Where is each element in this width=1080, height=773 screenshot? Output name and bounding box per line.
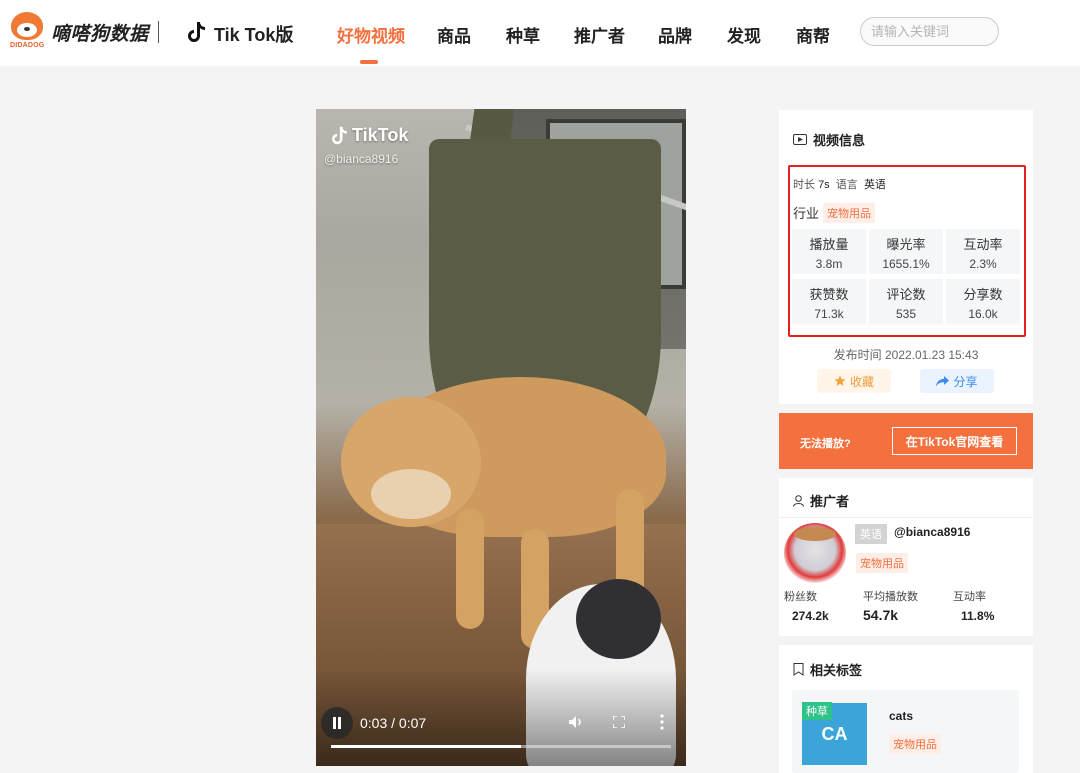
search-input[interactable] bbox=[860, 17, 999, 46]
metric-likes: 获赞数 71.3k bbox=[792, 279, 866, 324]
metric-shares: 分享数 16.0k bbox=[946, 279, 1020, 324]
logo-caption: DIDADOG bbox=[10, 42, 45, 49]
fullscreen-icon[interactable] bbox=[613, 716, 625, 728]
promoter-header: 推广者 bbox=[793, 491, 849, 510]
promoter-title: 推广者 bbox=[810, 494, 850, 509]
language-label: 语言 bbox=[835, 179, 858, 191]
nav-brands[interactable]: 品牌 bbox=[658, 22, 692, 47]
metric-label: 曝光率 bbox=[886, 237, 926, 252]
promoter-avatar[interactable] bbox=[784, 523, 846, 583]
duration-row: 时长 7s 语言 英语 bbox=[793, 176, 886, 192]
tiktok-icon bbox=[188, 22, 205, 42]
engagement-label: 互动率 bbox=[953, 591, 986, 603]
video-icon bbox=[793, 134, 807, 145]
more-options-icon[interactable] bbox=[659, 714, 665, 730]
metric-engagement: 互动率 2.3% bbox=[946, 229, 1020, 274]
pause-button[interactable] bbox=[321, 707, 353, 739]
view-on-tiktok-button[interactable]: 在TikTok官网查看 bbox=[892, 427, 1017, 455]
nav-merchant-help[interactable]: 商帮 bbox=[796, 22, 830, 47]
promoter-card: 推广者 英语 @bianca8916 宠物用品 粉丝数 平均播放数 互动率 27… bbox=[779, 478, 1033, 636]
brand-name[interactable]: 嘀嗒狗数据 bbox=[51, 19, 149, 46]
progress-track[interactable] bbox=[331, 745, 671, 748]
duration-label: 时长 bbox=[793, 179, 815, 191]
cant-play-text: 无法播放? bbox=[800, 438, 851, 450]
bookmark-icon bbox=[793, 663, 804, 676]
video-info-card: 视频信息 时长 7s 语言 英语 行业 宠物用品 播放量 3.8m 曝光率 16… bbox=[779, 110, 1033, 404]
person-icon bbox=[793, 494, 804, 507]
favorite-label: 收藏 bbox=[849, 374, 874, 389]
metric-plays: 播放量 3.8m bbox=[792, 229, 866, 274]
video-cat-leg bbox=[456, 509, 484, 629]
video-creator-handle: @bianca8916 bbox=[324, 152, 399, 166]
tag-category: 宠物用品 bbox=[889, 734, 941, 754]
current-time: 0:03 bbox=[360, 715, 388, 731]
metric-value: 71.3k bbox=[814, 307, 844, 321]
related-tags-header: 相关标签 bbox=[793, 660, 862, 679]
top-header: DIDADOG 嘀嗒狗数据 Tik Tok版 好物视频 商品 种草 推广者 品牌… bbox=[0, 0, 1080, 66]
metric-value: 1655.1% bbox=[882, 257, 930, 271]
metric-value: 16.0k bbox=[968, 307, 998, 321]
time-separator: / bbox=[391, 715, 396, 731]
metric-label: 分享数 bbox=[963, 287, 1003, 302]
cant-play-banner: 无法播放? 在TikTok官网查看 bbox=[779, 413, 1033, 469]
tag-name: cats bbox=[889, 709, 914, 723]
video-info-header: 视频信息 bbox=[793, 130, 865, 149]
active-nav-indicator bbox=[360, 60, 378, 64]
metric-label: 互动率 bbox=[963, 237, 1003, 252]
platform-label: Tik Tok版 bbox=[214, 25, 294, 45]
tag-item-cats[interactable]: CA 种草 cats 宠物用品 bbox=[792, 690, 1019, 773]
engagement-value: 11.8% bbox=[961, 609, 995, 623]
star-icon bbox=[834, 375, 846, 386]
metric-comments: 评论数 535 bbox=[869, 279, 943, 324]
promoter-category-tag[interactable]: 宠物用品 bbox=[856, 553, 908, 573]
share-arrow-icon bbox=[936, 375, 950, 386]
related-tags-title: 相关标签 bbox=[810, 663, 863, 678]
metric-value: 3.8m bbox=[815, 257, 843, 271]
metric-value: 2.3% bbox=[969, 257, 997, 271]
promoter-handle[interactable]: @bianca8916 bbox=[894, 525, 970, 539]
language-value: 英语 bbox=[863, 179, 886, 191]
nav-discover[interactable]: 发现 bbox=[727, 22, 761, 47]
tiktok-watermark-text: TikTok bbox=[352, 125, 409, 145]
related-tags-card: 相关标签 CA 种草 cats 宠物用品 bbox=[779, 645, 1033, 773]
metric-label: 播放量 bbox=[809, 237, 849, 252]
promoter-divider bbox=[779, 517, 1033, 518]
metric-label: 评论数 bbox=[886, 287, 926, 302]
metric-value: 535 bbox=[895, 307, 917, 321]
share-button[interactable]: 分享 bbox=[920, 369, 994, 393]
seeding-badge: 种草 bbox=[802, 702, 832, 720]
playback-time: 0:03 / 0:07 bbox=[360, 715, 426, 731]
nav-good-videos[interactable]: 好物视频 bbox=[337, 22, 405, 47]
followers-value: 274.2k bbox=[792, 609, 829, 623]
video-second-cat-head bbox=[576, 579, 661, 659]
favorite-button[interactable]: 收藏 bbox=[817, 369, 891, 393]
duration-value: 7s bbox=[818, 179, 830, 191]
industry-tag[interactable]: 宠物用品 bbox=[823, 203, 875, 223]
metric-label: 获赞数 bbox=[809, 287, 849, 302]
total-duration: 0:07 bbox=[398, 715, 427, 731]
metric-exposure: 曝光率 1655.1% bbox=[869, 229, 943, 274]
avg-plays-label: 平均播放数 bbox=[863, 591, 918, 603]
share-label: 分享 bbox=[953, 374, 978, 389]
video-info-title: 视频信息 bbox=[813, 133, 866, 148]
progress-fill bbox=[331, 745, 522, 748]
nav-seeding[interactable]: 种草 bbox=[506, 22, 540, 47]
video-player[interactable]: TikTok @bianca8916 0:03 / 0:07 bbox=[316, 109, 686, 766]
tiktok-watermark-icon bbox=[332, 126, 347, 145]
publish-time: 发布时间 2022.01.23 15:43 bbox=[833, 348, 979, 362]
didadog-logo[interactable]: DIDADOG bbox=[10, 12, 44, 50]
video-cat-face bbox=[371, 469, 451, 519]
avatar-antlers bbox=[794, 527, 836, 541]
avg-plays-value: 54.7k bbox=[863, 607, 899, 623]
header-divider bbox=[158, 21, 159, 43]
dog-face-icon bbox=[11, 12, 43, 40]
followers-label: 粉丝数 bbox=[784, 591, 817, 603]
tiktok-watermark: TikTok bbox=[330, 125, 408, 146]
nav-promoters[interactable]: 推广者 bbox=[574, 22, 625, 47]
industry-label: 行业 bbox=[793, 206, 820, 221]
volume-icon[interactable] bbox=[568, 714, 584, 730]
nav-products[interactable]: 商品 bbox=[437, 22, 471, 47]
promoter-language-chip: 英语 bbox=[855, 524, 887, 544]
